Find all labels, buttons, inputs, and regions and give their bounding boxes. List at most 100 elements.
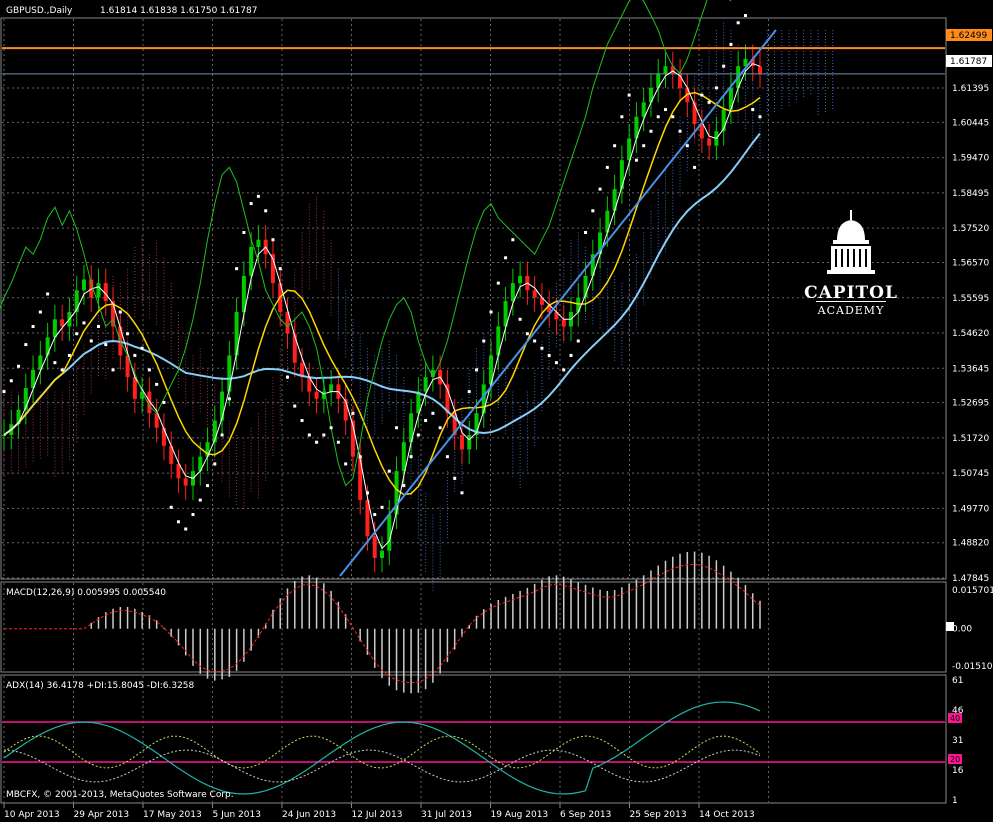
candle-body [81, 279, 86, 291]
candle-body [256, 239, 261, 247]
sar-dot [344, 462, 348, 466]
sar-dot [9, 379, 13, 383]
price-tick-label: 1.55595 [952, 294, 989, 304]
sar-dot [351, 411, 355, 415]
sar-dot [671, 115, 675, 119]
date-tick-label: 29 Apr 2013 [74, 810, 130, 820]
logo-line1: CAPITOL [804, 283, 898, 303]
sar-dot [89, 339, 93, 343]
macd-tick-label: 0.015701 [952, 586, 993, 596]
sar-dot [562, 368, 566, 372]
sar-dot [438, 426, 442, 430]
candle-body [314, 391, 319, 399]
price-axis: 1.61395 1.60445 1.59470 1.58495 1.57520 1.565… [952, 84, 993, 806]
copyright-label: MBCFX, © 2001-2013, MetaQuotes Software … [6, 790, 234, 800]
sar-dot [82, 321, 86, 325]
sar-dot [751, 108, 755, 112]
sar-dot [264, 209, 268, 213]
sar-dot [380, 505, 384, 509]
sar-dot [540, 346, 544, 350]
sar-dot [315, 440, 319, 444]
sar-dot [17, 364, 21, 368]
sar-dot [518, 317, 522, 321]
sar-dot [453, 476, 457, 480]
sar-dot [736, 21, 740, 25]
kijun-line [3, 91, 761, 496]
candle-body [518, 275, 523, 284]
sar-dot [278, 267, 282, 271]
date-tick-label: 25 Sep 2013 [630, 810, 687, 820]
sar-dot [322, 433, 326, 437]
candle-body [561, 319, 566, 327]
sar-dot [424, 419, 428, 423]
candle-body [45, 337, 50, 356]
sar-dot [133, 353, 137, 357]
sar-dot [176, 520, 180, 524]
macd-label: MACD(12,26,9) 0.005995 0.005540 [6, 588, 166, 598]
sar-dot [685, 144, 689, 148]
macd-tick-label: 0.00 [952, 625, 972, 635]
capitol-logo: CAPITOL ACADEMY [804, 210, 898, 317]
sar-dot [554, 361, 558, 365]
sar-dot [227, 397, 231, 401]
symbol-label: GBPUSD.,Daily [6, 6, 73, 16]
minus-di-line [3, 749, 761, 783]
candle-body [52, 319, 57, 338]
date-axis: 10 Apr 2013 29 Apr 2013 17 May 2013 5 Jun 2… [3, 803, 755, 820]
adx-tick-label: 61 [952, 676, 963, 686]
price-tick-label: 1.60445 [952, 118, 989, 128]
price-tick-label: 1.49770 [952, 504, 989, 514]
sar-dot [649, 129, 653, 133]
sar-dot [256, 194, 260, 198]
date-tick-label: 5 Jun 2013 [213, 810, 261, 820]
sar-dot [67, 353, 71, 357]
sar-dot [416, 433, 420, 437]
price-tick-label: 1.61395 [952, 84, 989, 94]
sar-dot [198, 498, 202, 502]
candle-body [423, 377, 428, 392]
macd-tick-label: -0.015107 [952, 662, 993, 672]
sar-dot [482, 339, 486, 343]
sar-dot [155, 382, 159, 386]
sar-dot [656, 115, 660, 119]
logo-line2: ACADEMY [817, 304, 885, 317]
candle-body [227, 355, 232, 392]
sar-dot [714, 86, 718, 90]
price-tick-label: 1.56570 [952, 259, 989, 269]
sar-dot [31, 325, 35, 329]
current-badge-label: 1.61787 [950, 57, 987, 67]
sar-dot [75, 332, 79, 336]
sar-dot [700, 93, 704, 97]
capitol-dome-icon [827, 210, 875, 274]
ohlc-label: 1.61814 1.61838 1.61750 1.61787 [100, 6, 257, 16]
sar-dot [533, 339, 537, 343]
candle-body [96, 283, 101, 298]
ichimoku-cloud [3, 22, 834, 591]
date-tick-label: 10 Apr 2013 [4, 810, 60, 820]
sar-dot [569, 353, 573, 357]
sar-dot [627, 93, 631, 97]
candle-body [380, 550, 384, 558]
price-tick-label: 1.54620 [952, 329, 989, 339]
sar-dot [213, 462, 217, 466]
price-tick-label: 1.50745 [952, 469, 989, 479]
sar-dot [286, 375, 289, 379]
candle-body [249, 246, 254, 276]
price-tick-label: 1.57520 [952, 224, 989, 234]
sar-dot [729, 42, 733, 46]
sar-dot [191, 513, 195, 517]
sar-dot [504, 256, 508, 260]
candle-body [459, 434, 464, 450]
adx-tick-label: 1 [952, 796, 958, 806]
sar-dot [235, 267, 239, 271]
date-tick-label: 31 Jul 2013 [421, 810, 472, 820]
sar-dot [2, 390, 6, 394]
sar-dot [271, 238, 275, 242]
price-tick-label: 1.48820 [952, 539, 989, 549]
sar-dot [329, 426, 333, 430]
sar-dot [475, 368, 478, 372]
sar-dot [547, 353, 551, 357]
sar-dot [104, 343, 108, 347]
adx-label: ADX(14) 36.4178 +DI:15.8045 -DI:6.3258 [6, 681, 195, 691]
sar-dot [576, 339, 580, 343]
